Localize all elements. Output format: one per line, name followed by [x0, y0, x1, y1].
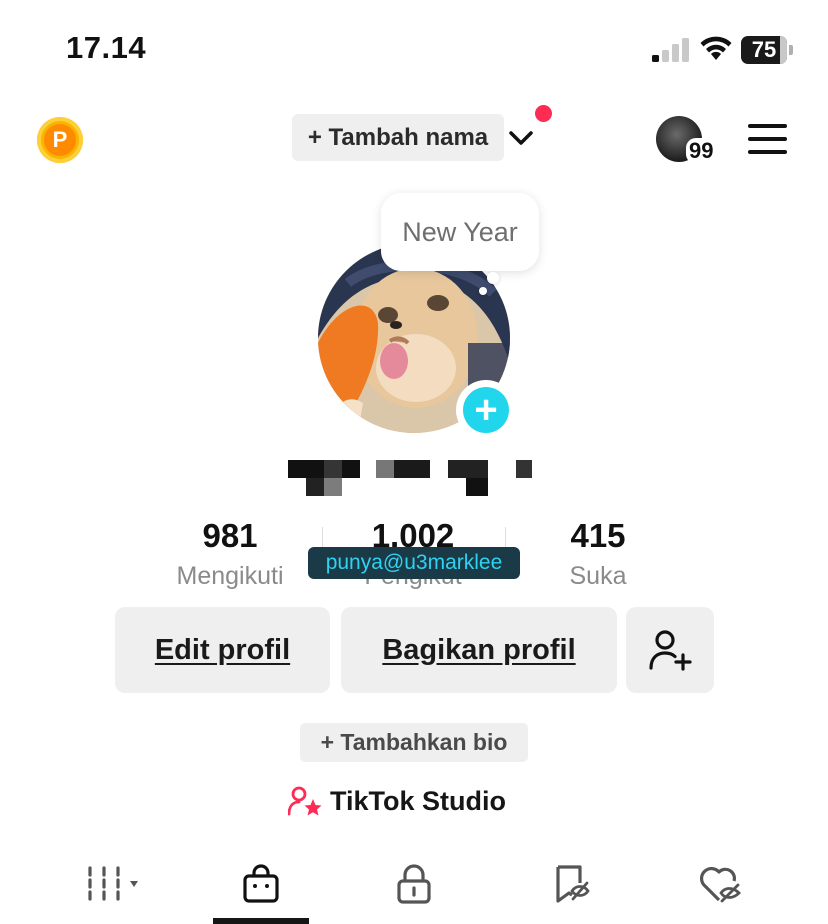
coin-letter: P — [44, 124, 76, 156]
mood-bubble-tail — [487, 272, 499, 284]
tab-shop[interactable] — [213, 858, 309, 910]
status-time: 17.14 — [66, 30, 147, 65]
divider — [322, 527, 323, 549]
add-name-button[interactable]: + Tambah nama — [292, 114, 504, 161]
lock-icon — [397, 864, 431, 904]
videos-grid-icon — [88, 866, 138, 901]
liked-hidden-icon — [700, 867, 741, 903]
tiktok-studio-label: TikTok Studio — [330, 785, 507, 816]
plus-icon: + — [463, 387, 509, 433]
friends-count-badge: 99 — [686, 138, 717, 164]
tab-liked[interactable] — [672, 858, 768, 910]
tab-favorites[interactable] — [523, 858, 619, 910]
edit-profile-button[interactable]: Edit profil — [115, 607, 330, 693]
active-tab-indicator — [213, 918, 309, 924]
tab-private[interactable] — [366, 858, 462, 910]
studio-star-user-icon — [288, 786, 322, 816]
following-count[interactable]: 981 — [150, 517, 310, 555]
add-bio-button[interactable]: + Tambahkan bio — [300, 723, 528, 762]
following-label: Mengikuti — [176, 562, 284, 590]
likes-label: Suka — [569, 562, 627, 590]
mood-bubble-tail — [479, 287, 487, 295]
battery-icon: 75 — [741, 36, 793, 64]
share-profile-button[interactable]: Bagikan profil — [341, 607, 617, 693]
cellular-signal-icon — [652, 38, 689, 62]
add-user-icon — [649, 630, 692, 671]
tab-videos[interactable] — [62, 858, 158, 910]
tiktok-studio-link[interactable]: TikTok Studio — [288, 783, 506, 819]
hamburger-menu-icon[interactable] — [748, 124, 788, 156]
shop-bag-icon — [243, 864, 279, 903]
favorites-icon — [556, 865, 590, 903]
coin-icon[interactable]: P — [37, 117, 83, 163]
chevron-down-icon[interactable] — [508, 126, 534, 150]
battery-level: 75 — [751, 37, 777, 62]
notification-dot — [535, 105, 552, 122]
divider — [505, 527, 506, 549]
username-overlay: punya@u3marklee — [308, 547, 520, 579]
add-friend-button[interactable] — [626, 607, 714, 693]
mood-note-bubble[interactable]: New Year — [381, 193, 539, 271]
add-story-button[interactable]: + — [456, 380, 516, 440]
wifi-icon — [700, 36, 732, 60]
likes-count[interactable]: 415 — [518, 517, 678, 555]
censored-display-name — [288, 460, 538, 496]
